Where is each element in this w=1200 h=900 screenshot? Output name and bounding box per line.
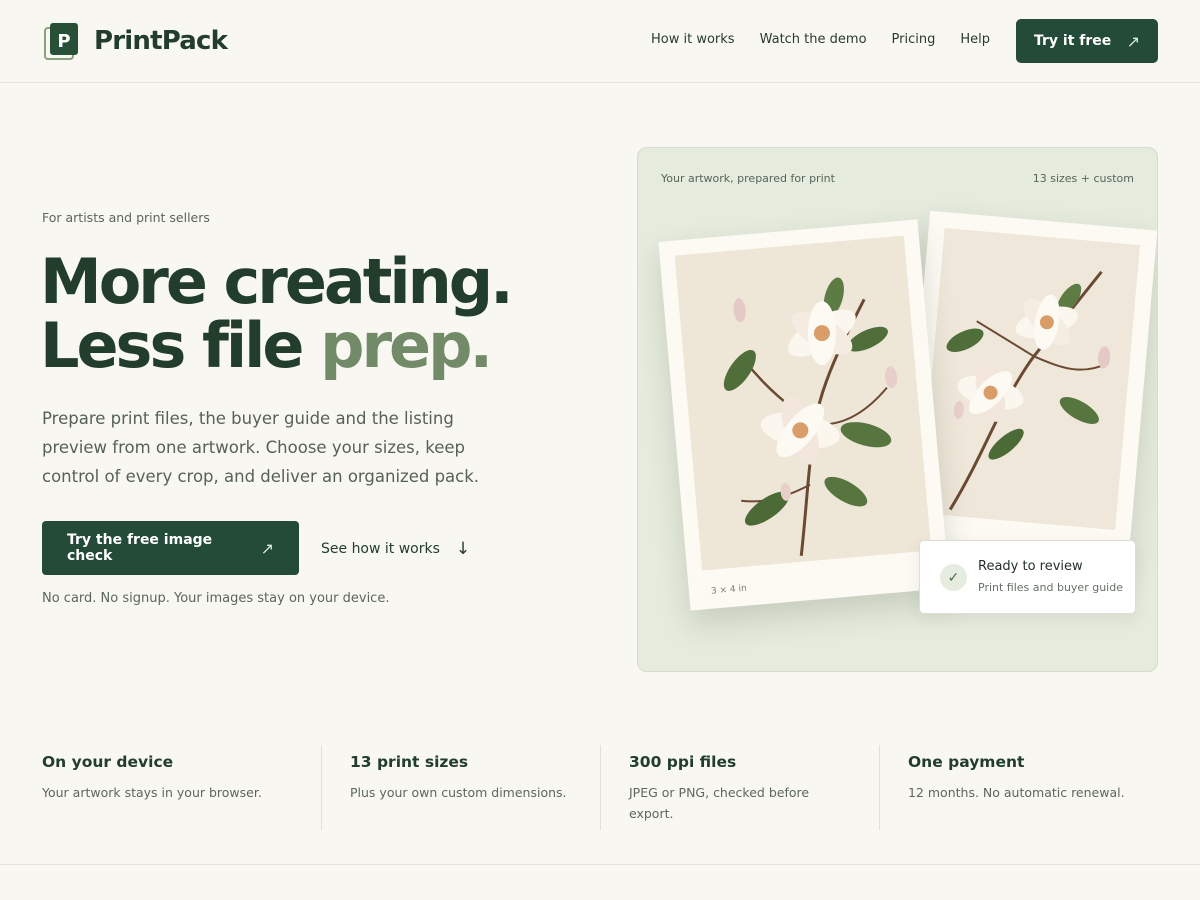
brand-logo[interactable]: P PrintPack — [44, 22, 228, 60]
see-how-it-works-label: See how it works — [321, 541, 440, 557]
brand-name: PrintPack — [94, 26, 228, 56]
status-title: Ready to review — [978, 559, 1083, 574]
feature-on-device: On your device Your artwork stays in you… — [42, 745, 312, 830]
section-divider — [0, 864, 1200, 865]
feature-text: Your artwork stays in your browser. — [42, 785, 262, 800]
check-icon: ✓ — [940, 564, 967, 591]
try-free-button[interactable]: Try it free ↗ — [1016, 19, 1158, 63]
main-nav: How it works Watch the demo Pricing Help — [651, 32, 990, 47]
arrow-down-icon: ↓ — [455, 539, 471, 559]
hero-description: Prepare print files, the buyer guide and… — [42, 409, 480, 486]
feature-one-payment: One payment 12 months. No automatic rene… — [879, 745, 1158, 830]
logo-letter: P — [57, 31, 70, 52]
hero-title-line2: Less file — [40, 309, 321, 382]
feature-title: 300 ppi files — [629, 753, 737, 771]
nav-link-pricing[interactable]: Pricing — [892, 32, 936, 47]
feature-ppi-files: 300 ppi files JPEG or PNG, checked befor… — [600, 745, 879, 830]
hero-eyebrow: For artists and print sellers — [42, 210, 210, 225]
hero-note: No card. No signup. Your images stay on … — [42, 591, 390, 606]
hero-title-line1: More creating. — [40, 245, 514, 318]
feature-title: On your device — [42, 753, 174, 771]
nav-link-help[interactable]: Help — [960, 32, 990, 47]
nav-link-watch-demo[interactable]: Watch the demo — [760, 32, 867, 47]
free-image-check-label: Try the free image check — [67, 532, 213, 564]
see-how-it-works-link[interactable]: See how it works ↓ — [321, 539, 470, 559]
arrow-up-right-icon: ↗ — [1126, 31, 1140, 51]
feature-title: One payment — [908, 753, 1025, 771]
magnolia-artwork-image — [919, 228, 1140, 531]
print-preview-front: 3 × 4 in — [658, 219, 950, 611]
preview-size-count: 13 sizes + custom — [1032, 172, 1134, 185]
preview-label: Your artwork, prepared for print — [661, 172, 835, 185]
nav-link-how-it-works[interactable]: How it works — [651, 32, 735, 47]
try-free-label: Try it free — [1034, 33, 1112, 49]
artwork-preview-panel: Your artwork, prepared for print 13 size… — [637, 147, 1158, 672]
feature-text: 12 months. No automatic renewal. — [908, 785, 1125, 800]
printpack-logo-icon: P — [44, 22, 80, 60]
front-print-size-label: 3 × 4 in — [710, 583, 748, 597]
magnolia-artwork-image — [674, 235, 932, 571]
hero-title-accent: prep. — [320, 309, 493, 382]
feature-title: 13 print sizes — [350, 753, 469, 771]
feature-print-sizes: 13 print sizes Plus your own custom dime… — [321, 745, 600, 830]
feature-text: JPEG or PNG, checked before export. — [629, 785, 810, 821]
site-header: P PrintPack How it works Watch the demo … — [0, 0, 1200, 83]
arrow-up-right-icon: ↗ — [260, 538, 274, 558]
status-subtitle: Print files and buyer guide — [978, 581, 1123, 594]
free-image-check-button[interactable]: Try the free image check ↗ — [42, 521, 299, 575]
ready-status-card: ✓ Ready to review Print files and buyer … — [919, 540, 1136, 614]
features-row: On your device Your artwork stays in you… — [0, 745, 1200, 831]
feature-text: Plus your own custom dimensions. — [350, 785, 567, 800]
hero-title: More creating. Less file prep. — [40, 250, 514, 378]
